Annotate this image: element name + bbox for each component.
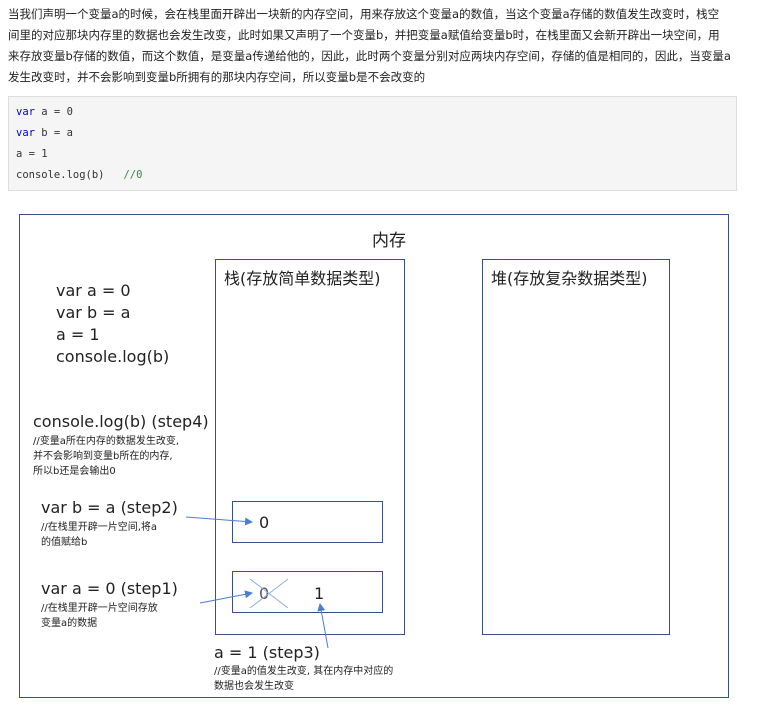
- heap-title: 堆(存放复杂数据类型): [491, 269, 648, 288]
- stack-title: 栈(存放简单数据类型): [224, 269, 381, 288]
- code-line: var b = a: [16, 123, 729, 144]
- step3-label: a = 1 (step3): [214, 643, 320, 662]
- step4-label: console.log(b) (step4): [33, 412, 209, 431]
- step2-label: var b = a (step2): [41, 498, 178, 517]
- diagram-code-lines: var a = 0 var b = a a = 1 console.log(b): [56, 280, 169, 368]
- note-line: //在栈里开辟一片空间,将a: [41, 522, 158, 533]
- step3-note: //变量a的值发生改变, 其在内存中对应的 数据也会发生改变: [214, 664, 393, 694]
- note-line: //变量a的值发生改变, 其在内存中对应的: [214, 666, 394, 677]
- step4-note: //变量a所在内存的数据发生改变, 并不会影响到变量b所在的内存, 所以b还是会…: [33, 434, 179, 479]
- paragraph-line: 发生改变时，并不会影响到变量b所拥有的那块内存空间，所以变量b是不会改变的: [8, 70, 426, 84]
- step1-label: var a = 0 (step1): [41, 579, 178, 598]
- paragraph-line: 来存放变量b存储的数值，而这个数值，是变量a传递给他的，因此，此时两个变量分别对…: [8, 49, 731, 63]
- cell-a-old-value: 0: [259, 584, 270, 603]
- code-text: b = a: [34, 127, 73, 139]
- paragraph-line: 当我们声明一个变量a的时候，会在栈里面开辟出一块新的内存空间，用来存放这个变量a…: [8, 7, 720, 21]
- code-line: console.log(b) //0: [16, 165, 729, 186]
- stack-cell-a: 0 1: [232, 571, 383, 613]
- code-line: a = 1: [16, 144, 729, 165]
- note-line: 变量a的数据: [41, 618, 98, 629]
- cell-a-new-value: 1: [314, 584, 325, 603]
- code-block: var a = 0 var b = a a = 1 console.log(b)…: [8, 96, 737, 191]
- note-line: 的值赋给b: [41, 537, 88, 548]
- heap-box: 堆(存放复杂数据类型): [482, 259, 670, 635]
- diagram-code-line: var b = a: [56, 303, 131, 322]
- intro-paragraph: 当我们声明一个变量a的时候，会在栈里面开辟出一块新的内存空间，用来存放这个变量a…: [8, 4, 753, 88]
- note-line: 所以b还是会输出0: [33, 466, 116, 477]
- code-keyword: var: [16, 127, 35, 139]
- code-keyword: var: [16, 106, 35, 118]
- step1-note: //在栈里开辟一片空间存放 变量a的数据: [41, 601, 158, 631]
- step2-note: //在栈里开辟一片空间,将a 的值赋给b: [41, 520, 157, 550]
- note-line: //在栈里开辟一片空间存放: [41, 603, 158, 614]
- diagram-code-line: a = 1: [56, 325, 100, 344]
- note-line: 数据也会发生改变: [214, 681, 294, 692]
- memory-title: 内存: [372, 231, 406, 251]
- note-line: 并不会影响到变量b所在的内存,: [33, 451, 173, 462]
- stack-cell-b: 0: [232, 501, 383, 543]
- code-text: a = 0: [34, 106, 73, 118]
- code-text: a = 1: [16, 148, 48, 160]
- cell-b-value: 0: [259, 513, 270, 532]
- code-line: var a = 0: [16, 102, 729, 123]
- code-text: console.log(b): [16, 169, 124, 181]
- note-line: //变量a所在内存的数据发生改变,: [33, 436, 180, 447]
- paragraph-line: 间里的对应那块内存里的数据也会发生改变，此时如果又声明了一个变量b，并把变量a赋…: [8, 28, 720, 42]
- diagram-code-line: console.log(b): [56, 347, 170, 366]
- code-comment: //0: [123, 169, 143, 181]
- diagram-code-line: var a = 0: [56, 281, 131, 300]
